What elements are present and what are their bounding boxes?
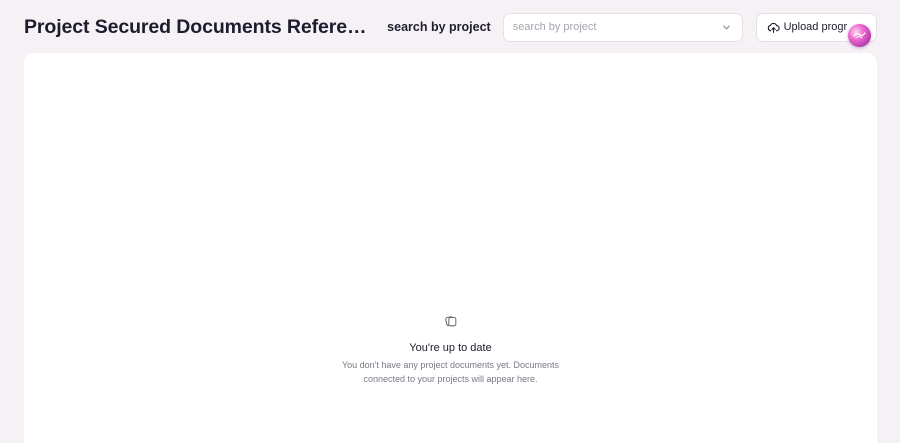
upload-button-label: Upload progr [783, 21, 848, 33]
search-label: search by project [387, 20, 491, 34]
sparkle-icon [853, 32, 866, 39]
page-header: Project Secured Documents Reference... s… [24, 12, 877, 42]
documents-icon [444, 314, 458, 328]
empty-state-title: You're up to date [409, 342, 492, 354]
documents-panel: You're up to date You don't have any pro… [24, 53, 877, 443]
page-title: Project Secured Documents Reference... [24, 15, 379, 38]
chevron-down-icon [722, 22, 732, 32]
assistant-orb-icon[interactable] [848, 24, 871, 47]
select-placeholder: search by project [512, 21, 597, 33]
empty-state-description: You don't have any project documents yet… [341, 360, 559, 384]
empty-state: You're up to date You don't have any pro… [24, 314, 877, 386]
cloud-upload-icon [767, 21, 780, 34]
project-search-select[interactable]: search by project [502, 12, 743, 42]
